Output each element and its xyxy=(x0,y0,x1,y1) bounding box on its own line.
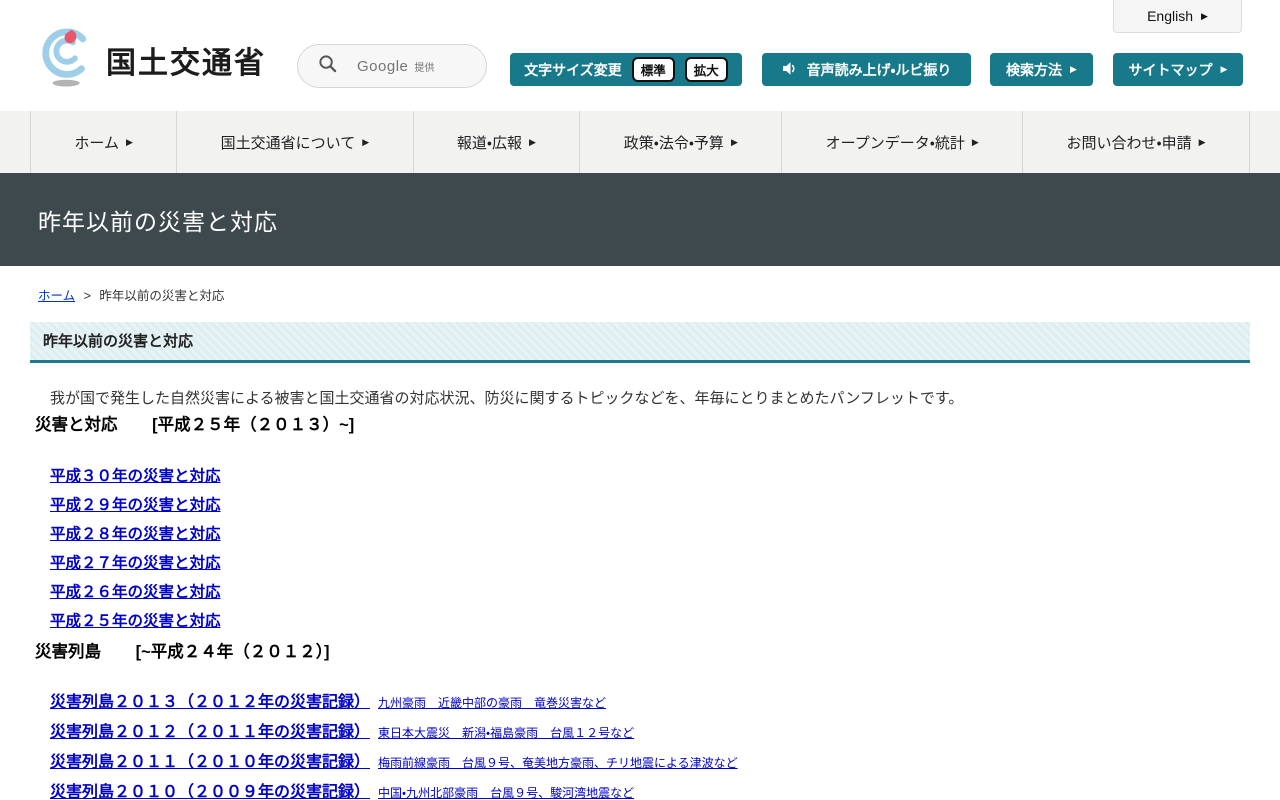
search-input[interactable]: Google 提供 xyxy=(297,44,487,88)
link-h28[interactable]: 平成２８年の災害と対応 xyxy=(50,526,221,543)
english-button[interactable]: English ▶ xyxy=(1113,0,1242,33)
nav-item-press[interactable]: 報道・広報 ▶ xyxy=(412,111,580,173)
font-size-change-button[interactable]: 文字サイズ変更 標準 拡大 xyxy=(510,53,742,86)
link-h26[interactable]: 平成２６年の災害と対応 xyxy=(50,584,221,601)
nav-item-home[interactable]: ホーム ▶ xyxy=(30,111,176,173)
main-content: ホーム > 昨年以前の災害と対応 昨年以前の災害と対応 我が国で発生した自然災害… xyxy=(0,285,1280,800)
page-title: 昨年以前の災害と対応 xyxy=(38,208,278,235)
group2-heading: 災害列島 [~平成２４年（２０１２）] xyxy=(35,638,1250,662)
link-rettou-2013[interactable]: 災害列島２０１３（２０１２年の災害記録） 九州豪雨 近畿中部の豪雨 竜巻災害など xyxy=(50,694,606,711)
list-item: 平成２９年の災害と対応 xyxy=(50,493,1250,515)
nav-item-label: 政策・法令・予算 xyxy=(623,134,724,152)
list-item: 災害列島２０１２（２０１１年の災害記録） 東日本大震災 新潟・福島豪雨 台風１２号… xyxy=(50,718,1250,742)
font-size-label: 文字サイズ変更 xyxy=(524,61,622,78)
chevron-right-icon: ▶ xyxy=(1198,136,1206,147)
mlit-logo-icon xyxy=(38,26,96,93)
record-title: 災害列島２０１２（２０１１年の災害記録） xyxy=(50,724,371,741)
speaker-icon xyxy=(782,61,799,79)
chevron-right-icon: ▶ xyxy=(362,136,370,147)
breadcrumb-separator: > xyxy=(83,289,91,303)
chevron-right-icon: ▶ xyxy=(1220,64,1228,74)
sitemap-label: サイトマップ xyxy=(1128,61,1213,78)
link-h25[interactable]: 平成２５年の災害と対応 xyxy=(50,613,221,630)
record-desc: 東日本大震災 新潟・福島豪雨 台風１２号など xyxy=(378,726,635,740)
group2-heading-range: [~平成２４年（２０１２）] xyxy=(135,643,330,661)
breadcrumb: ホーム > 昨年以前の災害と対応 xyxy=(38,285,1250,304)
list-item: 災害列島２０１１（２０１０年の災害記録） 梅雨前線豪雨 台風９号、奄美地方豪雨、チ… xyxy=(50,748,1250,772)
english-label: English xyxy=(1147,8,1193,24)
group2-heading-label: 災害列島 xyxy=(35,643,101,661)
chevron-right-icon: ▶ xyxy=(1070,64,1077,74)
list-item: 平成３０年の災害と対応 xyxy=(50,464,1250,486)
search-provided-by-label: 提供 xyxy=(414,62,435,74)
group1-heading-label: 災害と対応 xyxy=(35,416,118,434)
nav-item-opendata[interactable]: オープンデータ・統計 ▶ xyxy=(781,111,1022,173)
search-method-button[interactable]: 検索方法 ▶ xyxy=(990,53,1093,86)
link-rettou-2011[interactable]: 災害列島２０１１（２０１０年の災害記録） 梅雨前線豪雨 台風９号、奄美地方豪雨、チ… xyxy=(50,754,738,771)
search-provider-label: Google xyxy=(357,57,409,75)
link-h27[interactable]: 平成２７年の災害と対応 xyxy=(50,555,221,572)
global-nav: ホーム ▶ 国土交通省について ▶ 報道・広報 ▶ 政策・法令・予算 ▶ オープ… xyxy=(0,111,1280,173)
nav-item-contact[interactable]: お問い合わせ・申請 ▶ xyxy=(1022,111,1250,173)
record-desc: 九州豪雨 近畿中部の豪雨 竜巻災害など xyxy=(378,696,607,710)
record-title: 災害列島２０１３（２０１２年の災害記録） xyxy=(50,694,371,711)
chevron-right-icon: ▶ xyxy=(1201,10,1208,21)
audio-reading-button[interactable]: 音声読み上げ・ルビ振り xyxy=(762,53,971,86)
chevron-right-icon: ▶ xyxy=(529,136,536,147)
chevron-right-icon: ▶ xyxy=(971,136,979,147)
font-size-standard-button[interactable]: 標準 xyxy=(631,57,675,82)
font-size-large-button[interactable]: 拡大 xyxy=(684,57,728,82)
list-item: 平成２８年の災害と対応 xyxy=(50,522,1250,544)
chevron-right-icon: ▶ xyxy=(730,136,738,147)
section-heading: 昨年以前の災害と対応 xyxy=(30,322,1250,363)
list-item: 災害列島２０１０（２００９年の災害記録） 中国・九州北部豪雨 台風９号、駿河湾地震… xyxy=(50,778,1250,800)
nav-item-about[interactable]: 国土交通省について ▶ xyxy=(176,111,412,173)
search-method-label: 検索方法 xyxy=(1006,61,1063,78)
yearly-response-link-list: 平成３０年の災害と対応 平成２９年の災害と対応 平成２８年の災害と対応 平成２７… xyxy=(50,464,1250,631)
link-h30[interactable]: 平成３０年の災害と対応 xyxy=(50,468,221,485)
chevron-right-icon: ▶ xyxy=(125,136,133,147)
site-header: 国土交通省 Google 提供 文字サイズ変更 標準 拡大 音声読み上げ・ルビ振… xyxy=(0,0,1280,111)
page-title-banner: 昨年以前の災害と対応 xyxy=(0,173,1280,266)
record-desc: 梅雨前線豪雨 台風９号、奄美地方豪雨、チリ地震による津波など xyxy=(378,756,738,770)
record-title: 災害列島２０１０（２００９年の災害記録） xyxy=(50,784,371,800)
link-rettou-2012[interactable]: 災害列島２０１２（２０１１年の災害記録） 東日本大震災 新潟・福島豪雨 台風１２号… xyxy=(50,724,634,741)
record-title: 災害列島２０１１（２０１０年の災害記録） xyxy=(50,754,371,771)
link-rettou-2010[interactable]: 災害列島２０１０（２００９年の災害記録） 中国・九州北部豪雨 台風９号、駿河湾地震… xyxy=(50,784,634,800)
list-item: 平成２７年の災害と対応 xyxy=(50,551,1250,573)
list-item: 平成２６年の災害と対応 xyxy=(50,580,1250,602)
list-item: 平成２５年の災害と対応 xyxy=(50,609,1250,631)
breadcrumb-current: 昨年以前の災害と対応 xyxy=(99,289,225,303)
nav-item-label: ホーム xyxy=(74,134,119,152)
list-item: 災害列島２０１３（２０１２年の災害記録） 九州豪雨 近畿中部の豪雨 竜巻災害など xyxy=(50,688,1250,712)
nav-item-label: オープンデータ・統計 xyxy=(825,134,965,152)
disaster-record-list: 災害列島２０１３（２０１２年の災害記録） 九州豪雨 近畿中部の豪雨 竜巻災害など … xyxy=(50,688,1250,800)
record-desc: 中国・九州北部豪雨 台風９号、駿河湾地震など xyxy=(378,786,635,800)
group1-heading-range: [平成２５年（２０１３）~] xyxy=(152,416,355,434)
intro-text: 我が国で発生した自然災害による被害と国土交通省の対応状況、防災に関するトピックな… xyxy=(35,390,964,407)
sitemap-button[interactable]: サイトマップ ▶ xyxy=(1113,53,1243,86)
link-h29[interactable]: 平成２９年の災害と対応 xyxy=(50,497,221,514)
nav-item-policy[interactable]: 政策・法令・予算 ▶ xyxy=(579,111,781,173)
nav-item-label: 国土交通省について xyxy=(220,134,356,152)
nav-item-label: お問い合わせ・申請 xyxy=(1066,134,1192,152)
breadcrumb-home-link[interactable]: ホーム xyxy=(38,289,75,303)
mlit-logo[interactable]: 国土交通省 xyxy=(38,26,266,93)
nav-item-label: 報道・広報 xyxy=(456,134,523,152)
logo-text: 国土交通省 xyxy=(106,46,266,80)
group1-heading: 災害と対応 [平成２５年（２０１３）~] xyxy=(35,411,1250,435)
search-icon xyxy=(318,54,337,78)
audio-reading-label: 音声読み上げ・ルビ振り xyxy=(806,61,952,78)
